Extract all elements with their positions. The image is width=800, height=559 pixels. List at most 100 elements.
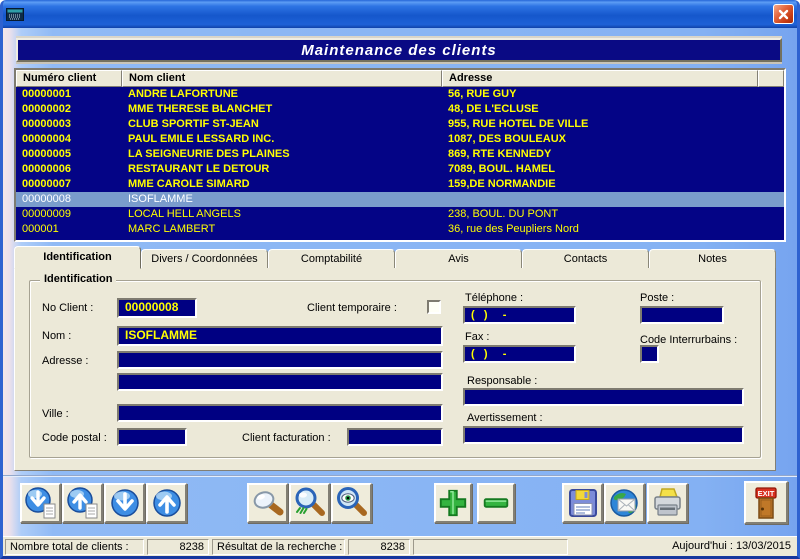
- add-client-button[interactable]: [434, 483, 472, 523]
- tab-divers-coordonnees[interactable]: Divers / Coordonnées: [141, 249, 268, 269]
- title-bar[interactable]: [0, 0, 800, 28]
- table-row[interactable]: 00000003 CLUB SPORTIF ST-JEAN 955, RUE H…: [16, 117, 784, 132]
- table-row-selected[interactable]: 00000008 ISOFLAMME: [16, 192, 784, 207]
- column-header-nom[interactable]: Nom client: [122, 70, 442, 87]
- search-detail-icon: [293, 486, 327, 520]
- table-row[interactable]: 00000009 LOCAL HELL ANGELS 238, BOUL. DU…: [16, 207, 784, 222]
- cell-adresse: 48, DE L'ECLUSE: [442, 102, 758, 117]
- search-result-label: Résultat de la recherche :: [212, 539, 345, 555]
- cell-nom: ISOFLAMME: [122, 192, 442, 207]
- no-client-field[interactable]: 00000008: [117, 298, 197, 318]
- table-row[interactable]: 000001 MARC LAMBERT 36, rue des Peuplier…: [16, 222, 784, 237]
- previous-record-button[interactable]: [146, 483, 187, 523]
- cell-nom: RESTAURANT LE DETOUR: [122, 162, 442, 177]
- view-record-button[interactable]: [331, 483, 372, 523]
- goto-first-page-button[interactable]: [62, 483, 103, 523]
- search-icon: [251, 486, 285, 520]
- nom-label: Nom :: [42, 330, 71, 342]
- keyboard-icon: [6, 6, 24, 22]
- code-postal-label: Code postal :: [42, 432, 107, 444]
- tab-comptabilite[interactable]: Comptabilité: [268, 249, 395, 269]
- cell-adresse: 7089, BOUL. HAMEL: [442, 162, 758, 177]
- cell-numero: 00000001: [16, 87, 122, 102]
- page-down-list-icon: [24, 486, 58, 520]
- column-header-empty: [758, 70, 784, 87]
- cell-adresse: 869, RTE KENNEDY: [442, 147, 758, 162]
- responsable-field[interactable]: [463, 388, 744, 406]
- avertissement-label: Avertissement :: [467, 412, 543, 424]
- ville-label: Ville :: [42, 408, 69, 420]
- remove-client-button[interactable]: [477, 483, 515, 523]
- client-facturation-field[interactable]: [347, 428, 443, 446]
- code-interurbains-field[interactable]: [640, 345, 659, 363]
- avertissement-field[interactable]: [463, 426, 744, 444]
- cell-nom: MME CAROLE SIMARD: [122, 177, 442, 192]
- no-client-label: No Client :: [42, 302, 93, 314]
- cell-adresse: 955, RUE HOTEL DE VILLE: [442, 117, 758, 132]
- search-button[interactable]: [247, 483, 288, 523]
- column-header-adresse[interactable]: Adresse: [442, 70, 758, 87]
- nom-field[interactable]: ISOFLAMME: [117, 326, 443, 346]
- adresse-field-1[interactable]: [117, 351, 443, 369]
- groupbox-title: Identification: [40, 273, 116, 285]
- cell-nom: MARC LAMBERT: [122, 222, 442, 237]
- table-row[interactable]: 00000006 RESTAURANT LE DETOUR 7089, BOUL…: [16, 162, 784, 177]
- status-bar: Nombre total de clients : 8238 Résultat …: [3, 536, 797, 556]
- goto-last-page-button[interactable]: [20, 483, 61, 523]
- app-window: Maintenance des clients Numéro client No…: [0, 0, 800, 559]
- cell-numero: 00000004: [16, 132, 122, 147]
- view-eye-icon: [335, 486, 369, 520]
- page-up-list-icon: [66, 486, 100, 520]
- client-facturation-label: Client facturation :: [242, 432, 331, 444]
- client-temporaire-checkbox[interactable]: [427, 300, 441, 314]
- next-record-button[interactable]: [104, 483, 145, 523]
- arrow-up-icon: [150, 486, 184, 520]
- fax-label: Fax :: [465, 331, 489, 343]
- tab-identification[interactable]: Identification: [14, 246, 141, 269]
- cell-numero: 00000006: [16, 162, 122, 177]
- exit-sign-text: EXIT: [758, 489, 775, 498]
- toolbar-divider: [3, 475, 797, 477]
- client-temporaire-label: Client temporaire :: [307, 302, 397, 314]
- print-icon: [651, 486, 685, 520]
- client-table[interactable]: Numéro client Nom client Adresse 0000000…: [14, 68, 786, 242]
- ville-field[interactable]: [117, 404, 443, 422]
- cell-numero: 00000008: [16, 192, 122, 207]
- responsable-label: Responsable :: [467, 375, 537, 387]
- status-spacer-panel: [413, 539, 568, 555]
- total-clients-label: Nombre total de clients :: [5, 539, 144, 555]
- tab-contacts[interactable]: Contacts: [522, 249, 649, 269]
- telephone-label: Téléphone :: [465, 292, 523, 304]
- table-row[interactable]: 00000007 MME CAROLE SIMARD 159,DE NORMAN…: [16, 177, 784, 192]
- cell-nom: ANDRE LAFORTUNE: [122, 87, 442, 102]
- cell-nom: PAUL EMILE LESSARD INC.: [122, 132, 442, 147]
- column-header-numero[interactable]: Numéro client: [16, 70, 122, 87]
- fax-field[interactable]: ( ) -: [463, 345, 576, 363]
- poste-field[interactable]: [640, 306, 724, 324]
- cell-numero: 000001: [16, 222, 122, 237]
- table-row[interactable]: 00000004 PAUL EMILE LESSARD INC. 1087, D…: [16, 132, 784, 147]
- cell-numero: 00000009: [16, 207, 122, 222]
- table-row[interactable]: 00000002 MME THERESE BLANCHET 48, DE L'E…: [16, 102, 784, 117]
- cell-adresse: 238, BOUL. DU PONT: [442, 207, 758, 222]
- save-floppy-icon: [566, 486, 600, 520]
- exit-button[interactable]: EXIT: [744, 481, 788, 524]
- close-icon: [777, 8, 790, 21]
- table-row[interactable]: 00000001 ANDRE LAFORTUNE 56, RUE GUY: [16, 87, 784, 102]
- close-button[interactable]: [773, 4, 794, 24]
- search-detail-button[interactable]: [289, 483, 330, 523]
- tab-avis[interactable]: Avis: [395, 249, 522, 269]
- cell-numero: 00000003: [16, 117, 122, 132]
- save-button[interactable]: [562, 483, 603, 523]
- send-mail-button[interactable]: [604, 483, 645, 523]
- table-row[interactable]: 00000005 LA SEIGNEURIE DES PLAINES 869, …: [16, 147, 784, 162]
- page-title: Maintenance des clients: [301, 42, 497, 59]
- telephone-field[interactable]: ( ) -: [463, 306, 576, 324]
- code-postal-field[interactable]: [117, 428, 187, 446]
- print-button[interactable]: [647, 483, 688, 523]
- today-date: Aujourd'hui : 13/03/2015: [571, 539, 795, 555]
- tab-notes[interactable]: Notes: [649, 249, 776, 269]
- arrow-down-icon: [108, 486, 142, 520]
- search-result-value: 8238: [348, 539, 410, 555]
- adresse-field-2[interactable]: [117, 373, 443, 391]
